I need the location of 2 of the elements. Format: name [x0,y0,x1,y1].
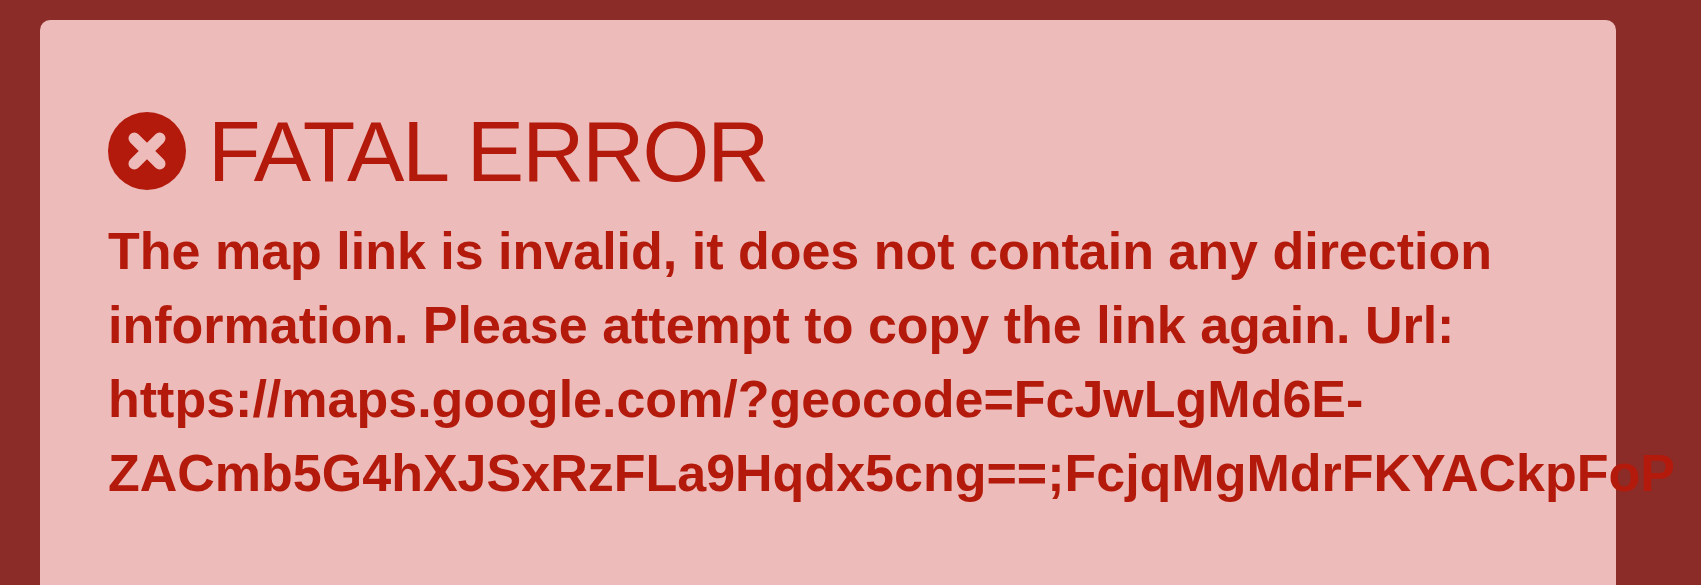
error-icon [108,112,186,190]
error-title: FATAL ERROR [208,108,768,194]
